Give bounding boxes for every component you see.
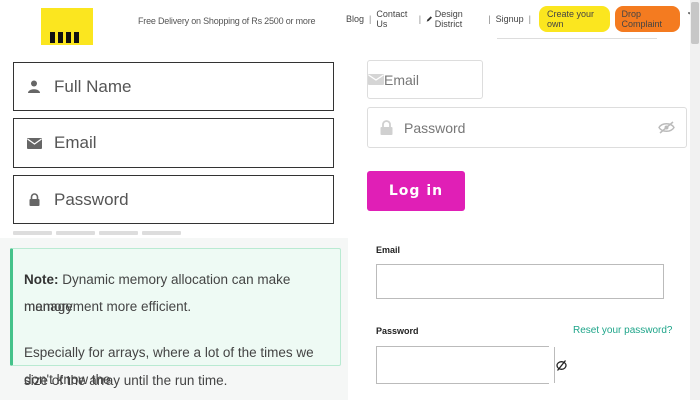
account-password-input[interactable] <box>377 347 554 383</box>
site-logo[interactable] <box>41 8 93 45</box>
nav-separator: | <box>488 14 491 24</box>
full-name-field[interactable] <box>13 62 334 111</box>
page-scrollbar[interactable] <box>690 0 700 400</box>
nav-signup-link[interactable]: Signup <box>496 14 524 24</box>
login-password-field[interactable] <box>367 107 687 148</box>
eye-slash-icon[interactable] <box>646 121 686 134</box>
create-your-own-button[interactable]: Create your own <box>538 6 611 32</box>
account-password-field[interactable] <box>376 346 567 384</box>
reset-password-link[interactable]: Reset your password? <box>573 325 673 336</box>
note-line-2: management more efficient. <box>24 299 192 314</box>
email-label: Email <box>376 245 401 255</box>
logo-bars <box>50 32 79 43</box>
lock-icon <box>368 120 404 135</box>
nav-separator: | <box>528 14 531 24</box>
envelope-icon <box>14 137 54 149</box>
header-divider <box>497 38 657 39</box>
scrollbar-thumb[interactable] <box>691 2 699 44</box>
password-label: Password <box>376 326 419 336</box>
nav-separator: | <box>369 14 372 24</box>
nav-design-district-link[interactable]: Design District <box>426 9 483 29</box>
drop-complaint-button[interactable]: Drop Complaint <box>615 6 680 32</box>
login-email-field[interactable] <box>367 60 565 99</box>
password-strength-meter <box>13 231 181 235</box>
account-email-field[interactable] <box>376 264 664 299</box>
password-input[interactable] <box>54 189 333 210</box>
envelope-icon <box>368 74 384 85</box>
nav-blog-link[interactable]: Blog <box>346 14 364 24</box>
user-icon <box>14 80 54 93</box>
account-email-input[interactable] <box>377 265 663 298</box>
eye-slash-icon[interactable] <box>554 347 568 383</box>
email-input[interactable] <box>54 133 333 153</box>
top-nav: Blog | Contact Us | Design District | Si… <box>346 4 700 32</box>
delivery-tagline: Free Delivery on Shopping of Rs 2500 or … <box>138 16 316 26</box>
nav-design-district-label: Design District <box>434 9 463 29</box>
email-field[interactable] <box>13 118 334 168</box>
lock-icon <box>14 193 54 206</box>
full-name-input[interactable] <box>54 76 333 97</box>
note-line-4: size of the array until the run time. <box>24 373 228 388</box>
note-label: Note: <box>24 272 59 287</box>
login-password-input[interactable] <box>404 119 646 136</box>
password-field[interactable] <box>13 175 334 224</box>
nav-separator: | <box>418 14 422 24</box>
nav-contact-link[interactable]: Contact Us <box>376 9 413 29</box>
login-email-input[interactable] <box>384 71 565 88</box>
login-button[interactable]: Log in <box>367 171 465 211</box>
pencil-icon <box>426 16 433 22</box>
